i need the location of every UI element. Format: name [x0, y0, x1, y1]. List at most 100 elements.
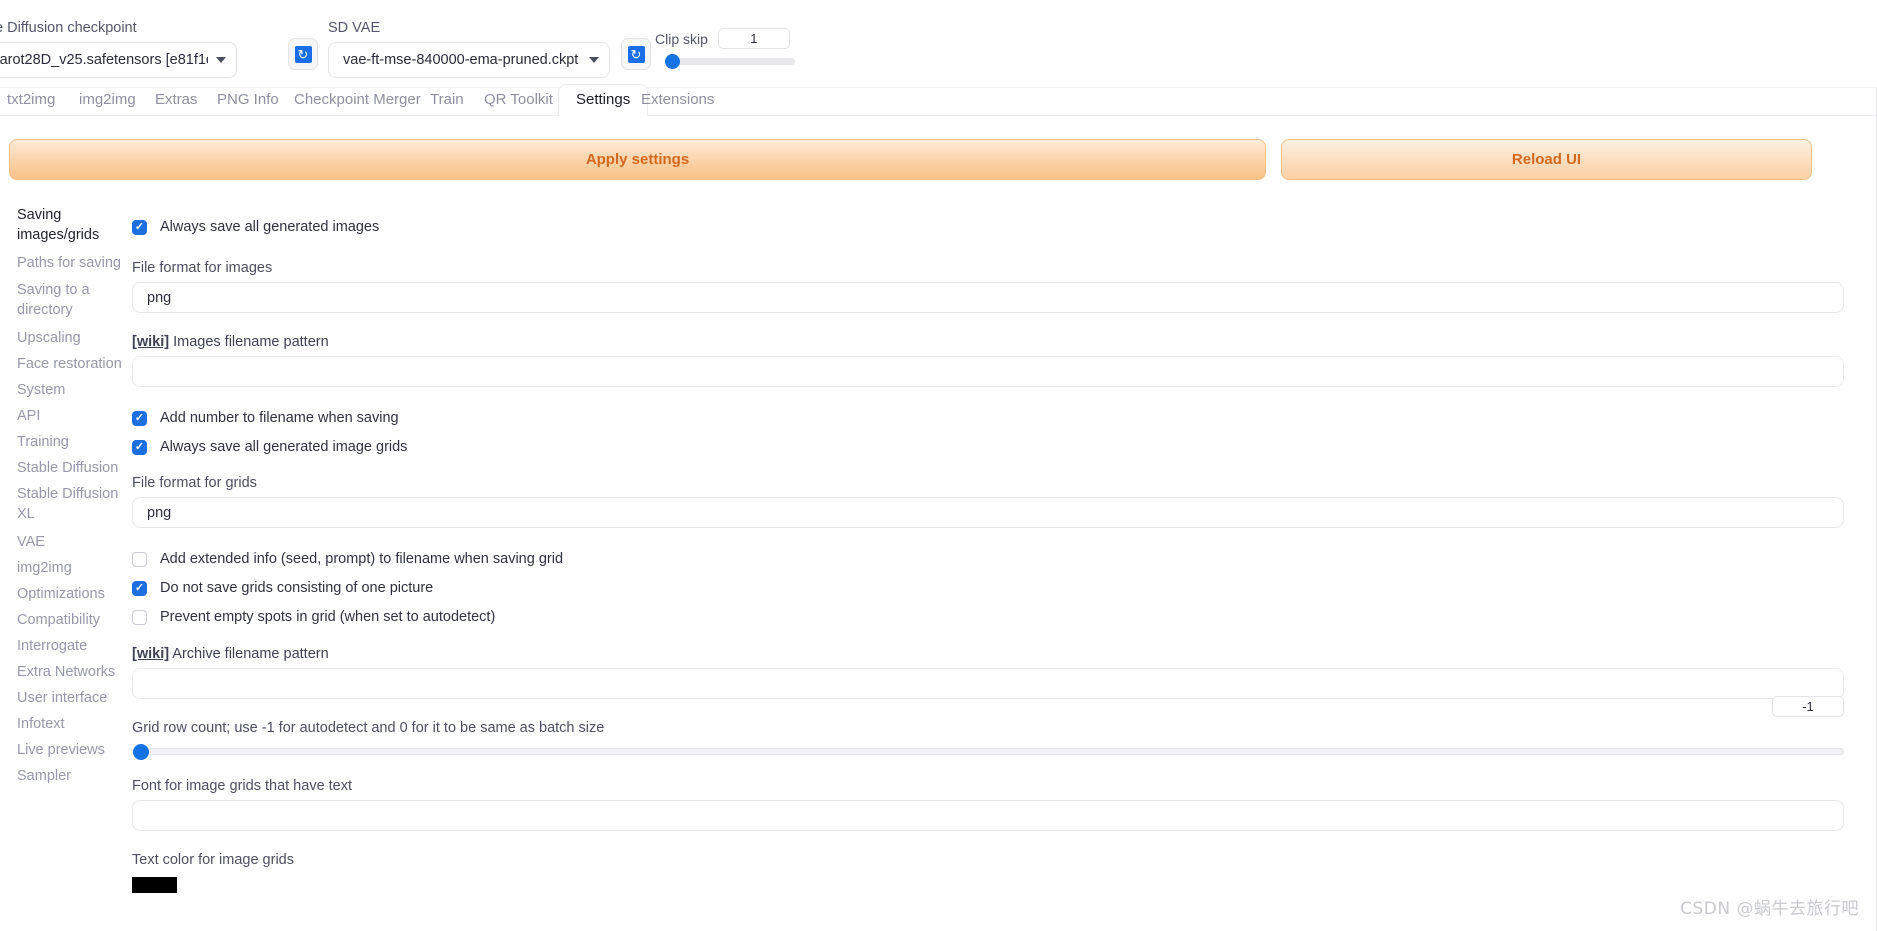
tab-train[interactable]: Train — [430, 87, 464, 115]
sidebar-item-saving-to-directory[interactable]: Saving to a directory — [17, 280, 129, 320]
csdn-watermark: CSDN @蜗牛去旅行吧 — [1680, 899, 1859, 919]
main-tab-bar: txt2img img2img Extras PNG Info Checkpoi… — [0, 84, 1877, 116]
checkpoint-label: Stable Diffusion checkpoint — [0, 20, 137, 36]
sidebar-item-compatibility[interactable]: Compatibility — [17, 610, 129, 630]
add-number-to-filename-checkbox[interactable] — [132, 410, 147, 426]
checkpoint-group: Stable Diffusion checkpoint kakarot28D_v… — [0, 20, 275, 78]
clip-skip-slider[interactable] — [665, 54, 795, 69]
refresh-vae-button[interactable]: ↻ — [621, 38, 651, 70]
clip-skip-group: Clip skip 1 — [655, 28, 800, 69]
add-number-to-filename-label: Add number to filename when saving — [160, 410, 399, 426]
grid-text-color-label: Text color for image grids — [132, 852, 294, 868]
tab-checkpoint-merger[interactable]: Checkpoint Merger — [294, 87, 421, 115]
file-format-grids-label: File format for grids — [132, 475, 257, 491]
reload-ui-button[interactable]: Reload UI — [1281, 139, 1812, 180]
sidebar-item-interrogate[interactable]: Interrogate — [17, 636, 129, 656]
tab-img2img[interactable]: img2img — [79, 87, 136, 115]
prevent-empty-spots-checkbox[interactable] — [132, 609, 147, 625]
setting-always-save-grids[interactable]: Always save all generated image grids — [132, 436, 1844, 458]
sidebar-item-vae[interactable]: VAE — [17, 532, 129, 552]
grid-row-count-value[interactable]: -1 — [1772, 696, 1844, 717]
always-save-images-label: Always save all generated images — [160, 219, 380, 235]
setting-grid-row-count: Grid row count; use -1 for autodetect an… — [132, 696, 1844, 760]
add-extended-info-label: Add extended info (seed, prompt) to file… — [160, 551, 564, 567]
archive-filename-pattern-input[interactable] — [132, 668, 1844, 699]
grid-text-color-swatch[interactable] — [132, 877, 177, 893]
settings-panel: Always save all generated images File fo… — [132, 205, 1844, 893]
sidebar-item-system[interactable]: System — [17, 380, 129, 400]
always-save-grids-checkbox[interactable] — [132, 439, 147, 455]
sidebar-item-training[interactable]: Training — [17, 432, 129, 452]
chevron-down-icon — [216, 57, 226, 63]
chevron-down-icon — [589, 57, 599, 63]
always-save-grids-label: Always save all generated image grids — [160, 439, 408, 455]
refresh-checkpoint-button[interactable]: ↻ — [288, 38, 318, 70]
wiki-link[interactable]: [wiki] — [132, 334, 169, 350]
setting-grid-font: Font for image grids that have text — [132, 778, 1844, 831]
sidebar-item-paths-for-saving[interactable]: Paths for saving — [17, 253, 129, 273]
settings-category-sidebar: Saving images/grids Paths for saving Sav… — [17, 205, 129, 792]
prevent-empty-spots-label: Prevent empty spots in grid (when set to… — [160, 609, 496, 625]
apply-settings-button[interactable]: Apply settings — [9, 139, 1266, 180]
vae-dropdown[interactable]: vae-ft-mse-840000-ema-pruned.ckpt — [328, 42, 610, 78]
sidebar-item-infotext[interactable]: Infotext — [17, 714, 129, 734]
tab-extras[interactable]: Extras — [155, 87, 198, 115]
grid-row-count-label: Grid row count; use -1 for autodetect an… — [132, 720, 605, 736]
add-extended-info-checkbox[interactable] — [132, 551, 147, 567]
sidebar-item-img2img[interactable]: img2img — [17, 558, 129, 578]
no-single-picture-grid-checkbox[interactable] — [132, 580, 147, 596]
clip-skip-slider-thumb[interactable] — [665, 54, 680, 69]
setting-images-filename-pattern: [wiki] Images filename pattern — [132, 334, 1844, 387]
quicksettings-bar: Stable Diffusion checkpoint kakarot28D_v… — [0, 0, 1877, 88]
setting-archive-filename-pattern: [wiki] Archive filename pattern — [132, 646, 1844, 699]
images-filename-pattern-text: Images filename pattern — [173, 334, 329, 350]
no-single-picture-grid-label: Do not save grids consisting of one pict… — [160, 580, 434, 596]
tab-qr-toolkit[interactable]: QR Toolkit — [484, 87, 553, 115]
file-format-grids-input[interactable]: png — [132, 497, 1844, 528]
sidebar-item-api[interactable]: API — [17, 406, 129, 426]
setting-no-single-picture-grid[interactable]: Do not save grids consisting of one pict… — [132, 577, 1844, 599]
wiki-link[interactable]: [wiki] — [132, 646, 169, 662]
sidebar-item-stable-diffusion-xl[interactable]: Stable Diffusion XL — [17, 484, 129, 524]
tab-extensions[interactable]: Extensions — [641, 87, 714, 115]
clip-skip-value[interactable]: 1 — [717, 28, 790, 49]
vae-label: SD VAE — [328, 20, 381, 36]
sidebar-item-extra-networks[interactable]: Extra Networks — [17, 662, 129, 682]
tab-png-info[interactable]: PNG Info — [217, 87, 279, 115]
grid-font-label: Font for image grids that have text — [132, 778, 353, 794]
sidebar-item-stable-diffusion[interactable]: Stable Diffusion — [17, 458, 129, 478]
archive-filename-pattern-label: [wiki] Archive filename pattern — [132, 646, 1844, 662]
setting-prevent-empty-spots[interactable]: Prevent empty spots in grid (when set to… — [132, 606, 1844, 628]
sidebar-item-optimizations[interactable]: Optimizations — [17, 584, 129, 604]
checkpoint-value: kakarot28D_v25.safetensors [e81f1c607e] — [0, 52, 208, 68]
sidebar-item-upscaling[interactable]: Upscaling — [17, 328, 129, 348]
always-save-images-checkbox[interactable] — [132, 219, 147, 235]
images-filename-pattern-input[interactable] — [132, 356, 1844, 387]
setting-grid-text-color: Text color for image grids — [132, 852, 1844, 893]
setting-file-format-grids: File format for grids png — [132, 475, 1844, 528]
sidebar-item-sampler[interactable]: Sampler — [17, 766, 129, 786]
images-filename-pattern-label: [wiki] Images filename pattern — [132, 334, 1844, 350]
sidebar-item-live-previews[interactable]: Live previews — [17, 740, 129, 760]
sidebar-item-user-interface[interactable]: User interface — [17, 688, 129, 708]
sidebar-item-saving-images-grids[interactable]: Saving images/grids — [17, 205, 129, 245]
setting-file-format-images: File format for images png — [132, 260, 1844, 313]
archive-filename-pattern-text: Archive filename pattern — [172, 646, 329, 662]
refresh-icon: ↻ — [627, 45, 645, 63]
tab-settings[interactable]: Settings — [558, 84, 649, 116]
refresh-icon: ↻ — [294, 45, 312, 63]
file-format-images-input[interactable]: png — [132, 282, 1844, 313]
setting-always-save-images[interactable]: Always save all generated images — [132, 216, 1844, 238]
grid-font-input[interactable] — [132, 800, 1844, 831]
grid-row-count-slider[interactable] — [132, 744, 1844, 760]
grid-row-count-slider-thumb[interactable] — [133, 744, 149, 760]
tab-txt2img[interactable]: txt2img — [7, 87, 55, 115]
file-format-images-label: File format for images — [132, 260, 273, 276]
setting-add-number-to-filename[interactable]: Add number to filename when saving — [132, 407, 1844, 429]
vae-group: SD VAE vae-ft-mse-840000-ema-pruned.ckpt — [328, 20, 610, 78]
setting-add-extended-info[interactable]: Add extended info (seed, prompt) to file… — [132, 548, 1844, 570]
sidebar-item-face-restoration[interactable]: Face restoration — [17, 354, 129, 374]
checkpoint-dropdown[interactable]: kakarot28D_v25.safetensors [e81f1c607e] — [0, 42, 237, 78]
vae-value: vae-ft-mse-840000-ema-pruned.ckpt — [343, 52, 579, 68]
clip-skip-label: Clip skip — [655, 31, 708, 47]
